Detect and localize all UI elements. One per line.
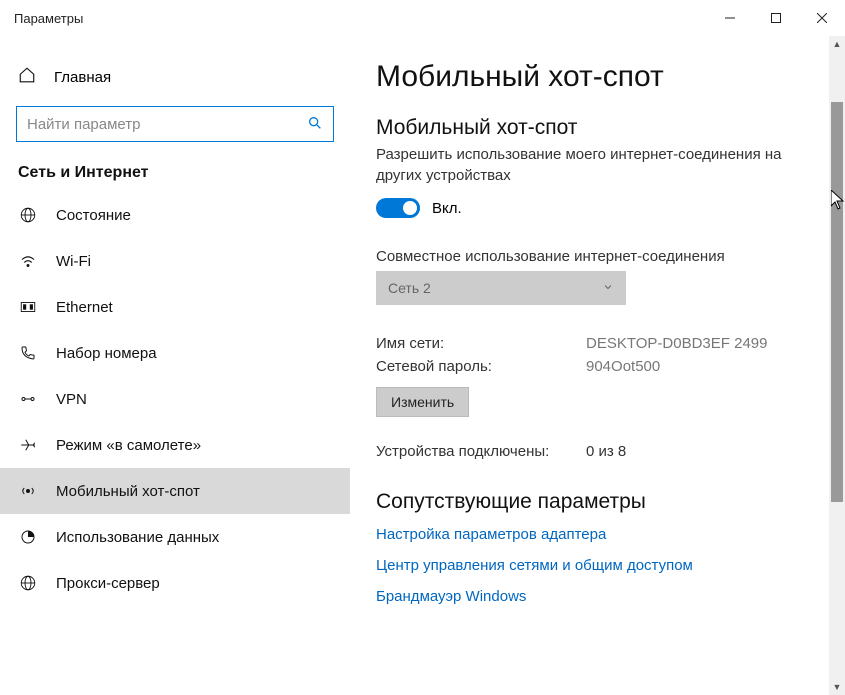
- network-password-value: 904Oot500: [586, 358, 660, 375]
- link-firewall[interactable]: Брандмауэр Windows: [376, 588, 825, 605]
- search-input[interactable]: [27, 116, 307, 133]
- maximize-button[interactable]: [753, 0, 799, 36]
- home-icon: [18, 66, 36, 88]
- nav-label: Ethernet: [56, 299, 113, 316]
- nav-label: Мобильный хот-спот: [56, 483, 200, 500]
- nav-label: VPN: [56, 391, 87, 408]
- scroll-up-icon[interactable]: ▲: [829, 36, 845, 52]
- content-area: Мобильный хот-спот Мобильный хот-спот Ра…: [350, 36, 845, 695]
- nav-vpn[interactable]: VPN: [0, 376, 350, 422]
- scrollbar-thumb[interactable]: [831, 102, 843, 502]
- nav-hotspot[interactable]: Мобильный хот-спот: [0, 468, 350, 514]
- share-connection-dropdown[interactable]: Сеть 2: [376, 271, 626, 305]
- close-button[interactable]: [799, 0, 845, 36]
- nav-label: Состояние: [56, 207, 131, 224]
- edit-button-label: Изменить: [391, 394, 454, 410]
- proxy-icon: [18, 574, 38, 592]
- nav-label: Wi-Fi: [56, 253, 91, 270]
- phone-icon: [18, 344, 38, 362]
- nav-status[interactable]: Состояние: [0, 192, 350, 238]
- datausage-icon: [18, 528, 38, 546]
- home-nav[interactable]: Главная: [0, 58, 350, 106]
- network-name-value: DESKTOP-D0BD3EF 2499: [586, 335, 767, 352]
- nav-proxy[interactable]: Прокси-сервер: [0, 560, 350, 606]
- globe-icon: [18, 206, 38, 224]
- airplane-icon: [18, 436, 38, 454]
- section-description: Разрешить использование моего интернет-с…: [376, 144, 825, 186]
- connected-value: 0 из 8: [586, 443, 626, 460]
- home-label: Главная: [54, 69, 111, 86]
- vpn-icon: [18, 390, 38, 408]
- link-network-center[interactable]: Центр управления сетями и общим доступом: [376, 557, 825, 574]
- ethernet-icon: [18, 298, 38, 316]
- edit-button[interactable]: Изменить: [376, 387, 469, 417]
- titlebar: Параметры: [0, 0, 845, 36]
- nav-wifi[interactable]: Wi-Fi: [0, 238, 350, 284]
- share-label: Совместное использование интернет-соедин…: [376, 248, 825, 265]
- nav-ethernet[interactable]: Ethernet: [0, 284, 350, 330]
- category-header: Сеть и Интернет: [0, 164, 350, 192]
- dropdown-value: Сеть 2: [388, 280, 431, 296]
- nav-datausage[interactable]: Использование данных: [0, 514, 350, 560]
- nav-label: Набор номера: [56, 345, 157, 362]
- toggle-state-label: Вкл.: [432, 200, 462, 217]
- search-icon: [307, 115, 323, 134]
- nav-label: Прокси-сервер: [56, 575, 160, 592]
- nav-label: Режим «в самолете»: [56, 437, 201, 454]
- toggle-knob: [403, 201, 417, 215]
- chevron-down-icon: [602, 280, 614, 296]
- window-title: Параметры: [14, 11, 83, 26]
- scroll-down-icon[interactable]: ▼: [829, 679, 845, 695]
- network-password-label: Сетевой пароль:: [376, 358, 586, 375]
- nav-airplane[interactable]: Режим «в самолете»: [0, 422, 350, 468]
- connected-label: Устройства подключены:: [376, 443, 586, 460]
- related-title: Сопутствующие параметры: [376, 490, 825, 514]
- page-title: Мобильный хот-спот: [376, 60, 825, 94]
- sidebar: Главная Сеть и Интернет Состояние Wi-Fi: [0, 36, 350, 695]
- section-title: Мобильный хот-спот: [376, 116, 825, 140]
- hotspot-toggle[interactable]: [376, 198, 420, 218]
- network-name-label: Имя сети:: [376, 335, 586, 352]
- wifi-icon: [18, 252, 38, 270]
- hotspot-icon: [18, 482, 38, 500]
- minimize-button[interactable]: [707, 0, 753, 36]
- search-input-container[interactable]: [16, 106, 334, 142]
- nav-dialup[interactable]: Набор номера: [0, 330, 350, 376]
- nav-label: Использование данных: [56, 529, 219, 546]
- scrollbar[interactable]: ▲ ▼: [829, 36, 845, 695]
- link-adapter-settings[interactable]: Настройка параметров адаптера: [376, 526, 825, 543]
